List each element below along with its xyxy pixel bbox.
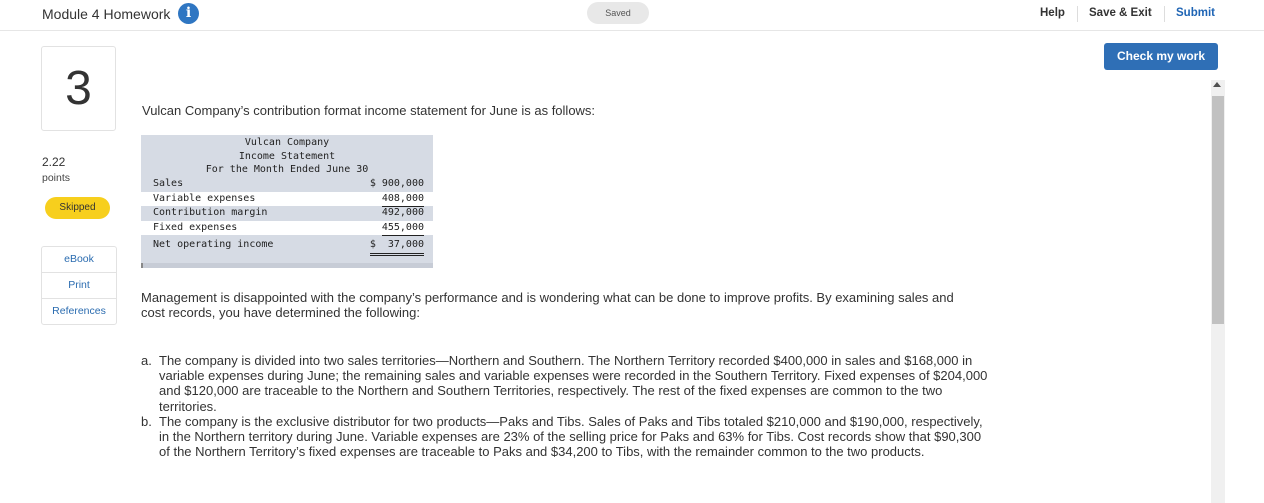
save-exit-link[interactable]: Save & Exit	[1089, 7, 1152, 19]
info-icon[interactable]: i	[178, 3, 199, 24]
points-value: 2.22	[42, 155, 66, 169]
points-label: points	[42, 172, 71, 184]
question-paragraph: Management is disappointed with the comp…	[141, 290, 954, 320]
row-label: Net operating income	[153, 239, 274, 250]
statement-header: Vulcan Company Income Statement For the …	[141, 135, 433, 177]
row-label: Variable expenses	[153, 192, 256, 204]
scroll-up-arrow-icon[interactable]	[1213, 82, 1221, 87]
question-number: 3	[41, 46, 116, 131]
statement-row-variable-expenses: Variable expenses 408,000	[141, 191, 433, 207]
facts-list: a. The company is divided into two sales…	[141, 353, 991, 459]
question-intro: Vulcan Company’s contribution format inc…	[142, 103, 596, 118]
list-marker: a.	[141, 353, 152, 368]
ebook-link[interactable]: eBook	[42, 247, 116, 272]
statement-title: Income Statement	[238, 150, 336, 162]
statement-period: For the Month Ended June 30	[205, 164, 369, 175]
row-amount: 408,000	[381, 192, 424, 207]
row-label: Contribution margin	[153, 207, 268, 218]
list-item-text: The company is divided into two sales te…	[159, 353, 988, 414]
statement-row-sales: Sales $ 900,000	[141, 177, 433, 192]
list-item-text: The company is the exclusive distributor…	[159, 413, 983, 460]
row-amount: $ 900,000	[369, 178, 424, 189]
help-link[interactable]: Help	[1040, 7, 1065, 19]
resources-panel: eBook Print References	[41, 246, 117, 325]
statement-company: Vulcan Company	[244, 137, 330, 148]
scrollbar-thumb[interactable]	[1212, 96, 1224, 324]
top-bar: Module 4 Homework i Saved Help Save & Ex…	[0, 0, 1264, 31]
list-item: a. The company is divided into two sales…	[141, 353, 991, 414]
row-amount: $ 37,000	[369, 238, 424, 256]
statement-row-contribution-margin: Contribution margin 492,000	[141, 206, 433, 221]
check-my-work-button[interactable]: Check my work	[1104, 43, 1218, 70]
statement-row-fixed-expenses: Fixed expenses 455,000	[141, 220, 433, 236]
assignment-title: Module 4 Homework	[42, 6, 171, 22]
references-link[interactable]: References	[42, 298, 116, 324]
row-amount: 492,000	[381, 207, 424, 218]
saved-status-badge: Saved	[587, 2, 649, 24]
list-item: b. The company is the exclusive distribu…	[141, 414, 991, 460]
print-link[interactable]: Print	[42, 272, 116, 298]
income-statement: Vulcan Company Income Statement For the …	[141, 135, 433, 268]
row-label: Fixed expenses	[153, 221, 238, 233]
statement-scrollbar[interactable]	[141, 263, 433, 268]
row-amount: 455,000	[381, 221, 424, 236]
row-label: Sales	[153, 178, 184, 189]
divider	[1077, 6, 1078, 22]
divider	[1164, 6, 1165, 22]
list-marker: b.	[141, 413, 152, 429]
submit-link[interactable]: Submit	[1176, 7, 1215, 19]
skipped-status-badge: Skipped	[45, 197, 110, 219]
statement-row-net-operating-income: Net operating income $ 37,000	[141, 238, 433, 256]
